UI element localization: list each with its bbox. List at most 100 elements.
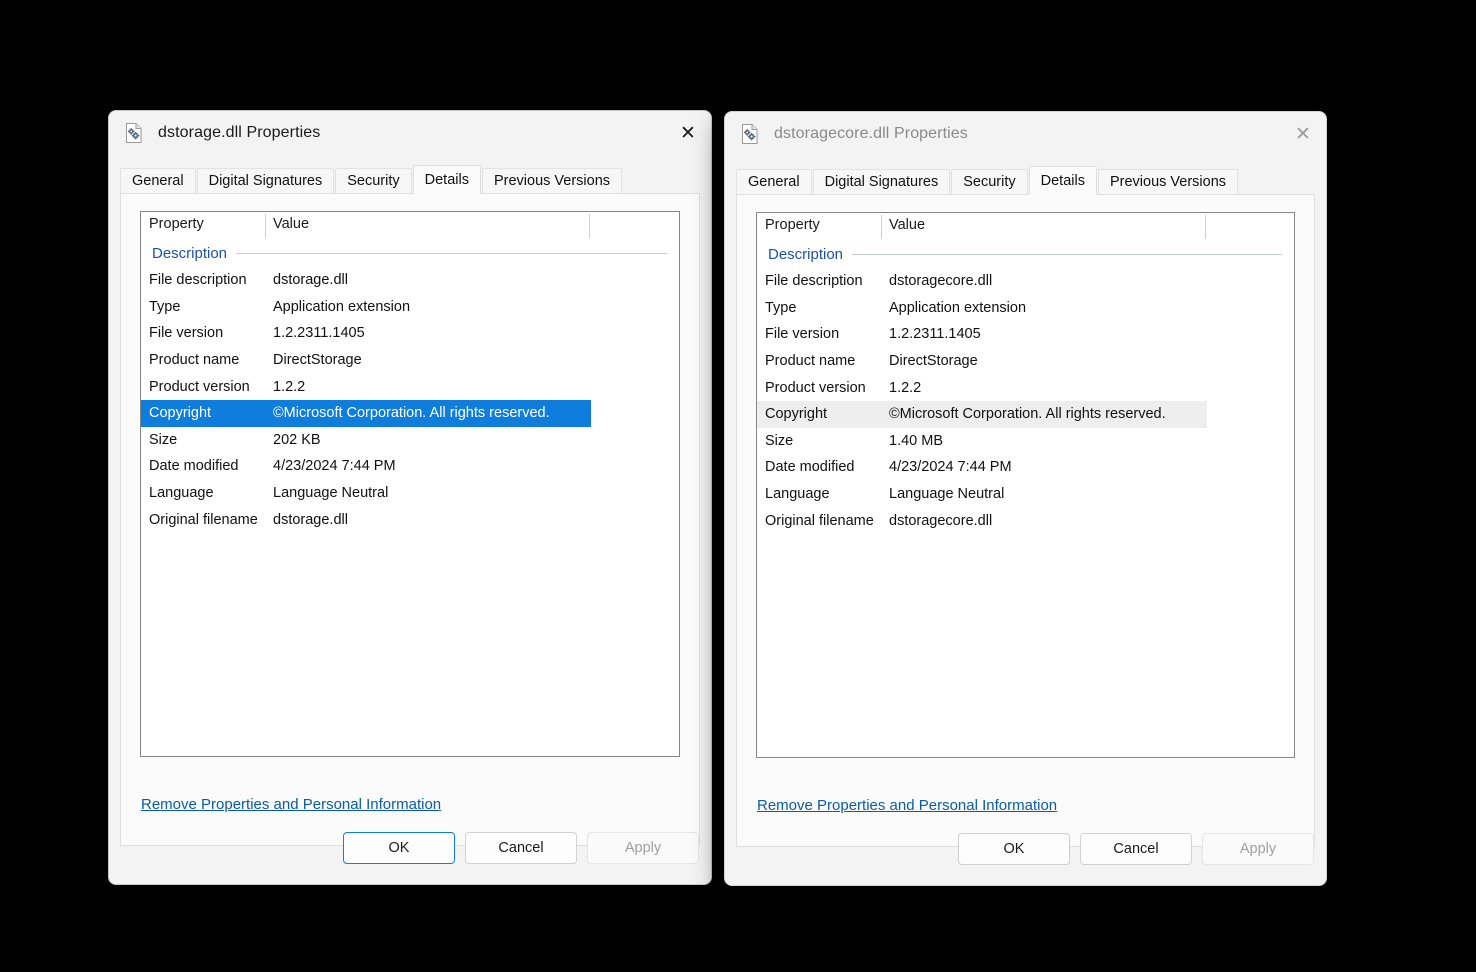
ok-button[interactable]: OK: [958, 832, 1070, 865]
column-header-value[interactable]: Value: [889, 217, 925, 233]
tab-previous-versions[interactable]: Previous Versions: [481, 168, 623, 193]
row-property: File description: [765, 273, 863, 290]
tab-label: Security: [963, 174, 1016, 190]
details-tab-panel: Property Value Description File description…: [120, 193, 700, 846]
table-row[interactable]: Original filename dstorage.dll: [141, 506, 679, 533]
properties-window-dstorage[interactable]: dstorage.dll Properties ✕ General Digital S…: [108, 110, 712, 885]
table-row[interactable]: Product version 1.2.2: [141, 373, 679, 400]
column-divider[interactable]: [589, 214, 590, 238]
table-row[interactable]: Copyright ©Microsoft Corporation. All rig…: [757, 400, 1207, 428]
table-row[interactable]: Type Application extension: [141, 294, 679, 321]
dialog-footer: OK Cancel Apply: [725, 812, 1326, 885]
table-row[interactable]: File version 1.2.2311.1405: [141, 320, 679, 347]
close-button[interactable]: ✕: [1280, 112, 1326, 156]
cancel-button[interactable]: Cancel: [465, 831, 577, 864]
title-bar[interactable]: dstoragecore.dll Properties ✕: [725, 112, 1326, 156]
row-property: Language: [765, 486, 830, 503]
table-row[interactable]: Date modified 4/23/2024 7:44 PM: [757, 454, 1294, 481]
row-value: 1.40 MB: [889, 432, 943, 449]
row-property: Date modified: [149, 458, 239, 475]
row-value: DirectStorage: [889, 353, 978, 370]
tab-label: Details: [424, 171, 469, 188]
row-property: Date modified: [765, 459, 855, 476]
table-row[interactable]: Original filename dstoragecore.dll: [757, 507, 1294, 534]
table-row[interactable]: Product version 1.2.2: [757, 374, 1294, 401]
table-row[interactable]: Type Application extension: [757, 295, 1294, 322]
close-icon: ✕: [1295, 122, 1311, 145]
tab-label: Security: [347, 173, 400, 189]
tab-security[interactable]: Security: [951, 169, 1028, 194]
tab-details[interactable]: Details: [1028, 166, 1097, 195]
tab-label: General: [132, 173, 184, 189]
list-header: Property Value: [757, 213, 1294, 241]
tab-previous-versions[interactable]: Previous Versions: [1097, 169, 1239, 194]
tab-general[interactable]: General: [120, 168, 196, 193]
group-title: Description: [152, 245, 228, 262]
row-property: Size: [765, 432, 794, 449]
title-bar[interactable]: dstorage.dll Properties ✕: [109, 111, 711, 155]
dialog-footer: OK Cancel Apply: [109, 811, 711, 884]
table-row[interactable]: Date modified 4/23/2024 7:44 PM: [141, 453, 679, 480]
tab-strip: General Digital Signatures Security Details…: [120, 164, 711, 194]
properties-list[interactable]: Property Value Description File description…: [756, 212, 1295, 758]
row-value: 1.2.2311.1405: [273, 325, 365, 342]
group-header-description: Description: [141, 240, 679, 267]
row-property: Size: [149, 431, 178, 448]
row-value: Application extension: [889, 299, 1027, 316]
row-property: Original filename: [149, 511, 258, 528]
row-property: Original filename: [765, 512, 874, 529]
cancel-button[interactable]: Cancel: [1080, 832, 1192, 865]
ok-button[interactable]: OK: [343, 831, 455, 864]
close-button[interactable]: ✕: [665, 111, 711, 155]
row-property: Language: [149, 485, 214, 502]
properties-list[interactable]: Property Value Description File description…: [140, 211, 680, 757]
column-divider[interactable]: [265, 214, 266, 238]
row-value: Language Neutral: [273, 485, 389, 502]
tab-label: Details: [1040, 172, 1085, 189]
row-value: 1.2.2: [273, 378, 306, 395]
table-row[interactable]: Language Language Neutral: [757, 481, 1294, 508]
group-header-description: Description: [757, 241, 1294, 268]
row-value: dstorage.dll: [273, 511, 348, 528]
row-property: Product name: [765, 353, 856, 370]
table-row[interactable]: File description dstoragecore.dll: [757, 268, 1294, 295]
table-row[interactable]: Size 1.40 MB: [757, 428, 1294, 455]
row-property: Type: [765, 299, 797, 316]
row-value: 4/23/2024 7:44 PM: [889, 459, 1012, 476]
group-title: Description: [768, 246, 844, 263]
column-divider[interactable]: [881, 215, 882, 239]
column-header-property[interactable]: Property: [149, 216, 204, 232]
window-title: dstorage.dll Properties: [158, 124, 321, 141]
tab-label: Previous Versions: [493, 173, 611, 189]
tab-general[interactable]: General: [736, 169, 812, 194]
tab-security[interactable]: Security: [335, 168, 412, 193]
table-row[interactable]: Language Language Neutral: [141, 480, 679, 507]
dll-file-icon: [739, 123, 761, 145]
apply-button: Apply: [1202, 832, 1314, 865]
row-property: Type: [149, 298, 181, 315]
row-value: ©Microsoft Corporation. All rights reser…: [273, 405, 550, 422]
column-divider[interactable]: [1205, 215, 1206, 239]
row-value: dstoragecore.dll: [889, 273, 993, 290]
table-row[interactable]: Size 202 KB: [141, 427, 679, 454]
table-row[interactable]: File version 1.2.2311.1405: [757, 321, 1294, 348]
table-row[interactable]: File description dstorage.dll: [141, 267, 679, 294]
row-property: Copyright: [149, 405, 212, 422]
properties-window-dstoragecore[interactable]: dstoragecore.dll Properties ✕ General Digit…: [724, 111, 1327, 886]
row-value: 1.2.2311.1405: [889, 326, 981, 343]
row-value: ©Microsoft Corporation. All rights reser…: [889, 406, 1166, 423]
column-header-property[interactable]: Property: [765, 217, 820, 233]
group-divider: [236, 253, 667, 254]
group-divider: [852, 254, 1282, 255]
dll-file-icon: [123, 122, 145, 144]
row-value: 4/23/2024 7:44 PM: [273, 458, 396, 475]
tab-details[interactable]: Details: [412, 165, 481, 194]
row-property: Product version: [149, 378, 250, 395]
apply-button: Apply: [587, 831, 699, 864]
column-header-value[interactable]: Value: [273, 216, 309, 232]
table-row[interactable]: Copyright ©Microsoft Corporation. All rig…: [141, 399, 591, 427]
tab-digital-signatures[interactable]: Digital Signatures: [812, 169, 951, 194]
tab-digital-signatures[interactable]: Digital Signatures: [196, 168, 335, 193]
table-row[interactable]: Product name DirectStorage: [141, 347, 679, 374]
table-row[interactable]: Product name DirectStorage: [757, 348, 1294, 375]
